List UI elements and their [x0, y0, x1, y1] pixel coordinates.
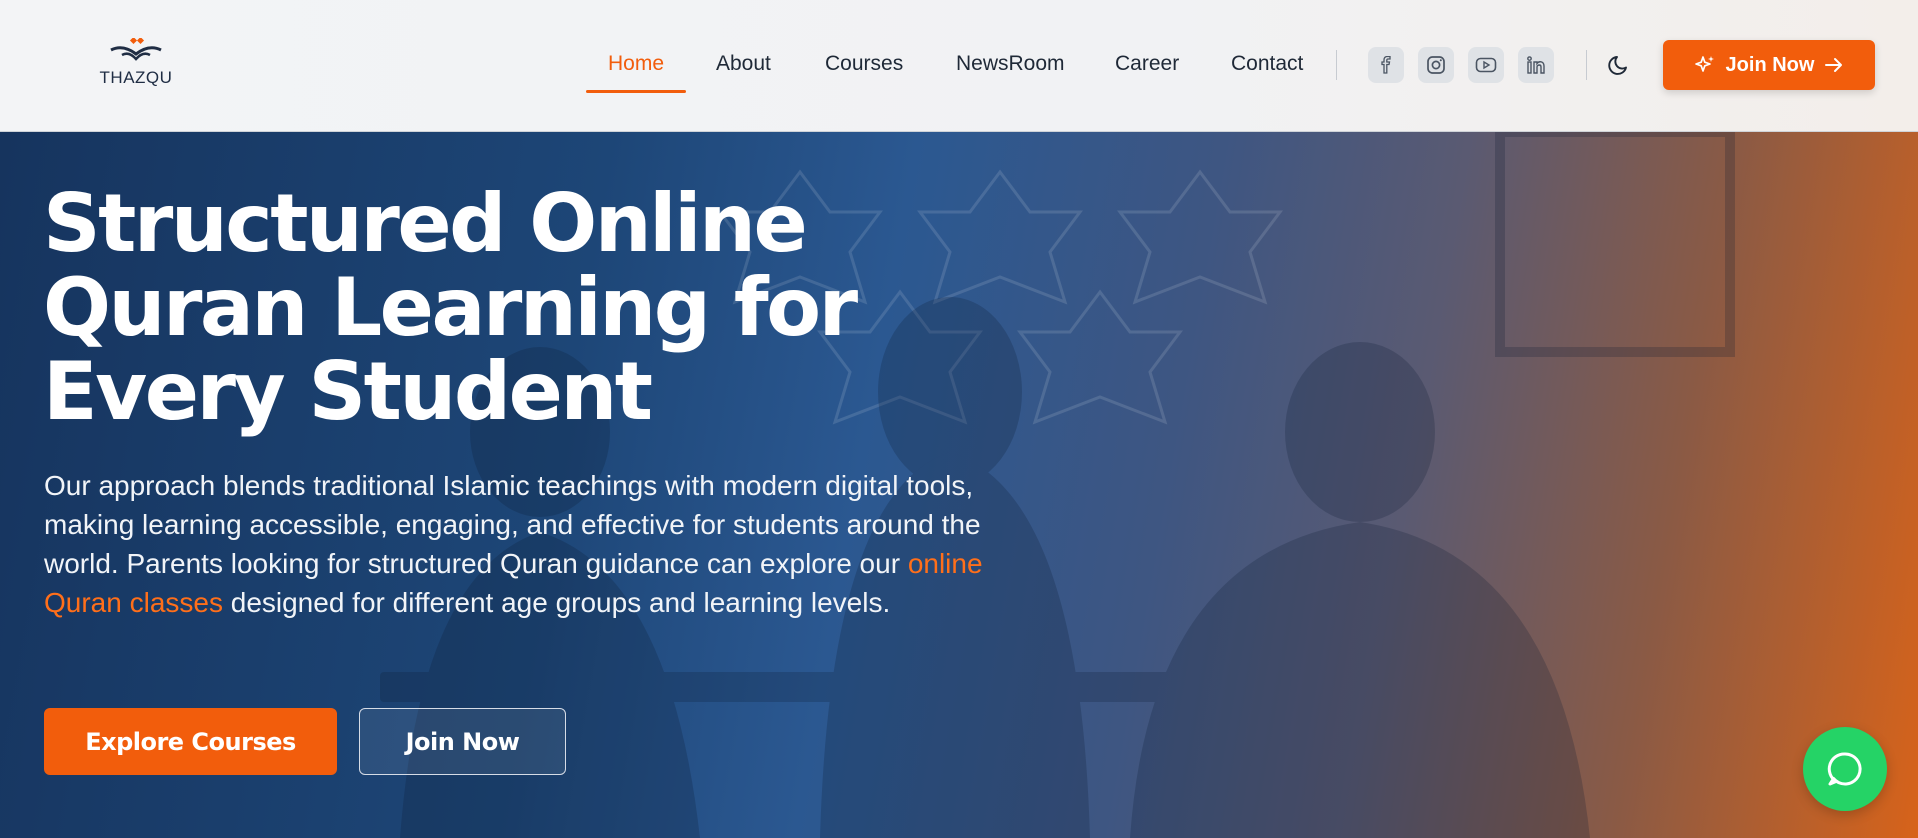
whatsapp-chat-icon: [1827, 752, 1862, 786]
nav-courses[interactable]: Courses: [825, 52, 903, 76]
hero-description: Our approach blends traditional Islamic …: [44, 466, 1004, 622]
nav-newsroom[interactable]: NewsRoom: [956, 52, 1065, 76]
hero-description-text: Our approach blends traditional Islamic …: [44, 470, 981, 579]
facebook-icon[interactable]: [1368, 47, 1404, 83]
hero-join-button[interactable]: Join Now: [359, 708, 566, 775]
whatsapp-chat-button[interactable]: [1803, 727, 1887, 811]
header-join-button[interactable]: Join Now: [1663, 40, 1875, 90]
logo-text: THAZQU: [99, 68, 173, 87]
instagram-icon[interactable]: [1418, 47, 1454, 83]
nav-contact[interactable]: Contact: [1231, 52, 1303, 76]
social-divider: [1586, 50, 1587, 80]
nav-home[interactable]: Home: [608, 52, 664, 76]
explore-courses-button[interactable]: Explore Courses: [44, 708, 337, 775]
hero-title: Structured Online Quran Learning for Eve…: [43, 177, 858, 438]
linkedin-icon[interactable]: [1518, 47, 1554, 83]
nav-career[interactable]: Career: [1115, 52, 1179, 76]
hero-section: Structured Online Quran Learning for Eve…: [0, 132, 1918, 838]
hero-description-text-end: designed for different age groups and le…: [222, 587, 891, 618]
nav-about[interactable]: About: [716, 52, 771, 76]
youtube-icon[interactable]: [1468, 47, 1504, 83]
site-header: THAZQU Home About Courses NewsRoom Caree…: [0, 0, 1918, 132]
nav-divider: [1336, 50, 1337, 80]
moon-icon[interactable]: [1606, 52, 1632, 78]
active-nav-indicator: [586, 90, 686, 93]
header-join-label: Join Now: [1725, 53, 1815, 76]
sparkles-icon: [1694, 56, 1714, 72]
arrow-right-icon: [1825, 58, 1843, 72]
logo-mark-icon: [110, 38, 162, 61]
site-logo[interactable]: THAZQU: [96, 38, 176, 90]
